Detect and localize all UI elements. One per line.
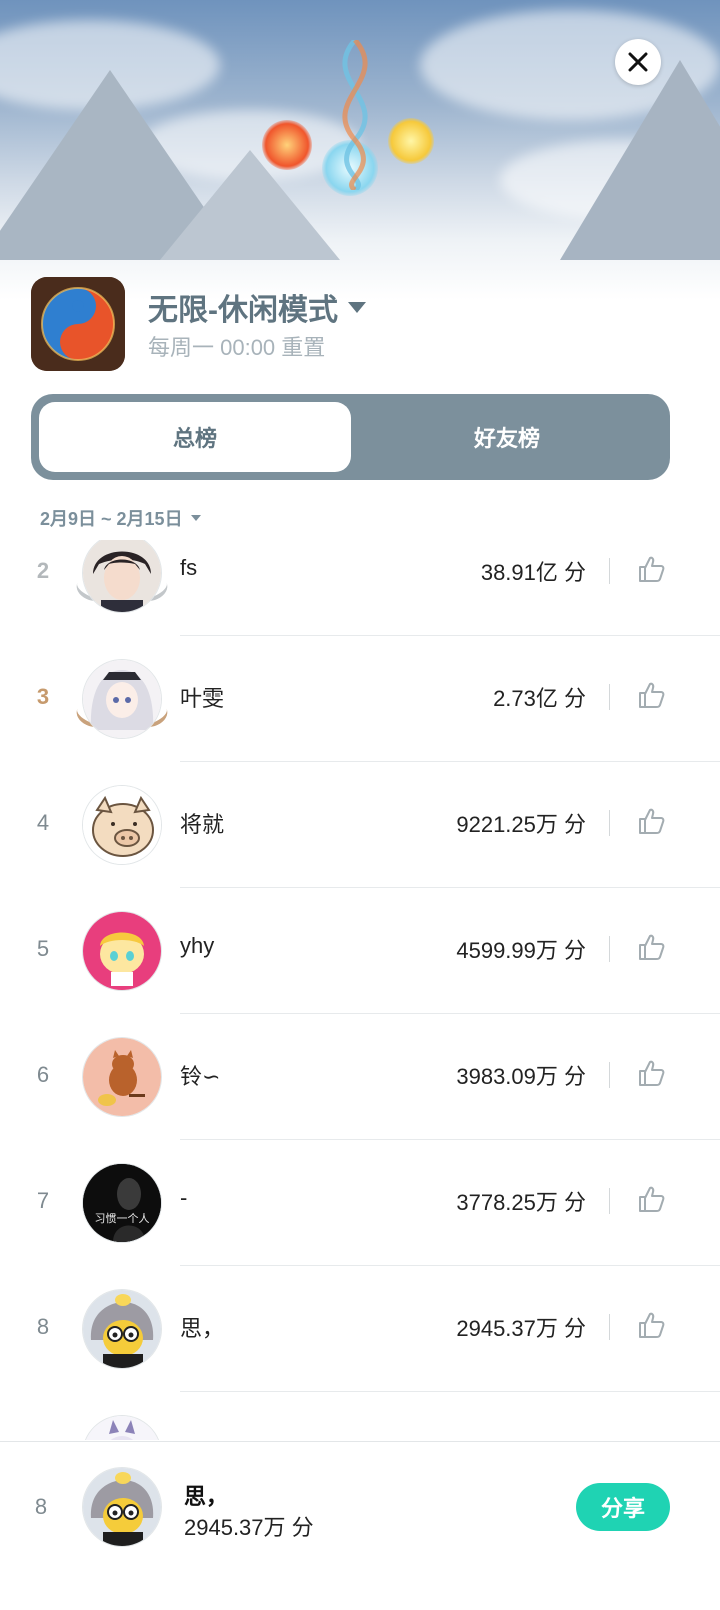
player-name: 思，: [180, 1316, 225, 1341]
player-score: 3778.25万 分: [456, 1190, 586, 1215]
list-item[interactable]: [0, 1392, 720, 1440]
close-icon: [628, 52, 648, 72]
player-score: 38.91亿 分: [480, 560, 586, 585]
avatar[interactable]: [83, 912, 161, 990]
my-name: 思，: [184, 1484, 229, 1509]
thumbs-up-icon[interactable]: [636, 680, 666, 710]
my-avatar[interactable]: [83, 1468, 161, 1546]
my-rank-number: 8: [34, 1494, 48, 1519]
ranking-list[interactable]: 2 fs 38.91亿 分 4 3: [0, 540, 720, 1440]
list-item[interactable]: 5 yhy 4599.99万 分: [0, 888, 720, 1014]
player-score: 3983.09万 分: [456, 1064, 586, 1089]
tab-overall[interactable]: 总榜: [39, 402, 351, 472]
avatar-caption: 习惯一个人: [94, 1212, 150, 1225]
date-range-selector[interactable]: 2月9日 ~ 2月15日: [40, 505, 201, 531]
rank-number: 4: [36, 810, 50, 835]
thumbs-up-icon[interactable]: [636, 1058, 666, 1088]
tab-friends[interactable]: 好友榜: [351, 402, 663, 472]
avatar[interactable]: [83, 1416, 161, 1440]
avatar[interactable]: 习惯一个人: [83, 1164, 161, 1242]
my-rank-bar: 8 思， 2945.37万 分 分享: [0, 1441, 720, 1610]
player-name: 铃∽: [180, 1064, 221, 1089]
game-title[interactable]: 无限-休闲模式: [148, 285, 366, 329]
player-score: 2.73亿 分: [493, 686, 586, 711]
rank-number: 2: [36, 558, 50, 583]
game-icon: [31, 277, 125, 371]
thumbs-up-icon[interactable]: [636, 932, 666, 962]
rank-number: 5: [36, 936, 50, 961]
list-item[interactable]: 4 将就 9221.25万 分: [0, 762, 720, 888]
player-name: fs: [180, 555, 198, 580]
player-name: 叶雯: [180, 686, 225, 711]
chevron-down-icon: [348, 301, 366, 313]
avatar[interactable]: [83, 1290, 161, 1368]
list-item[interactable]: 2 fs 38.91亿 分 4: [0, 540, 720, 636]
leaderboard-page: 无限-休闲模式 每周一 00:00 重置 总榜 好友榜 2月9日 ~ 2月15日…: [0, 0, 720, 1610]
rank-number: 6: [36, 1062, 50, 1087]
my-score: 2945.37万 分: [184, 1515, 314, 1540]
player-name: -: [180, 1185, 188, 1210]
reset-info: 每周一 00:00 重置: [148, 335, 326, 360]
player-name: 将就: [180, 812, 225, 837]
hero-banner: [0, 0, 720, 300]
list-item[interactable]: 6 铃∽ 3983.09万 分: [0, 1014, 720, 1140]
rank-number: 8: [36, 1314, 50, 1339]
flame-ribbon-graphic: [342, 40, 368, 190]
list-item[interactable]: 3 叶雯 2.73亿 分: [0, 636, 720, 762]
list-item[interactable]: 8 思， 2945.37万 分: [0, 1266, 720, 1392]
date-range-text: 2月9日 ~ 2月15日: [40, 509, 183, 529]
thumbs-up-icon[interactable]: [636, 554, 666, 584]
list-item[interactable]: 7 习惯一个人 - 3778.25万 分: [0, 1140, 720, 1266]
player-score: 4599.99万 分: [456, 938, 586, 963]
rank-number: 7: [36, 1188, 50, 1213]
thumbs-up-icon[interactable]: [636, 1310, 666, 1340]
avatar[interactable]: [83, 1038, 161, 1116]
player-score: 2945.37万 分: [456, 1316, 586, 1341]
avatar[interactable]: [83, 786, 161, 864]
thumbs-up-icon[interactable]: [636, 1184, 666, 1214]
chevron-down-icon: [190, 515, 201, 521]
player-name: yhy: [180, 933, 215, 958]
share-button[interactable]: 分享: [576, 1483, 670, 1531]
rank-number: 3: [36, 684, 50, 709]
close-button[interactable]: [615, 39, 661, 85]
player-score: 9221.25万 分: [456, 812, 586, 837]
avatar[interactable]: [83, 660, 161, 738]
leaderboard-tabs: 总榜 好友榜: [31, 394, 670, 480]
thumbs-up-icon[interactable]: [636, 806, 666, 836]
game-title-text: 无限-休闲模式: [148, 294, 338, 327]
